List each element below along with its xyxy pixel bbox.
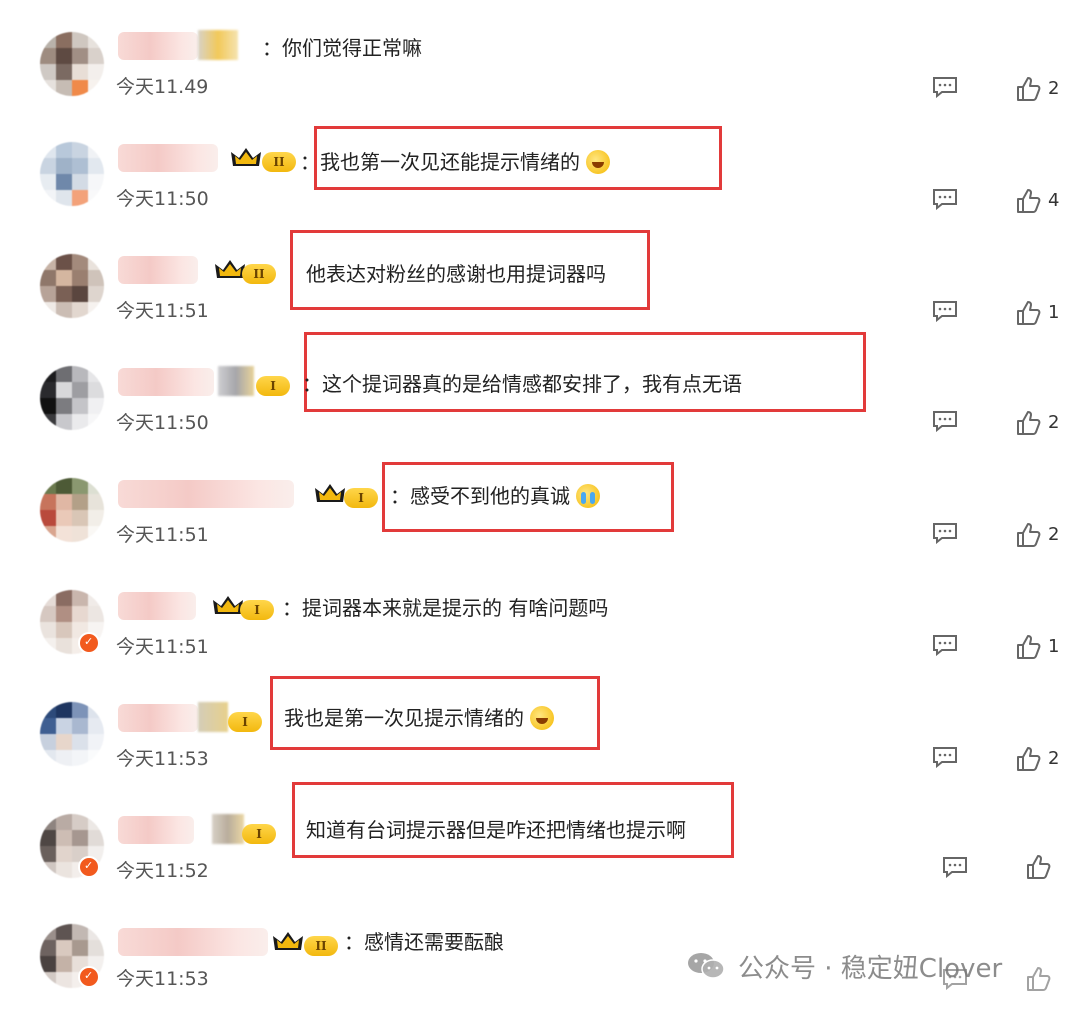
level-badge: II bbox=[304, 936, 338, 956]
comment-text: ：这个提词器真的是给情感都安排了，我有点无语 bbox=[302, 372, 742, 396]
like-count: 2 bbox=[1048, 78, 1060, 99]
username-blurred[interactable] bbox=[118, 368, 214, 396]
thumbs-up-icon[interactable] bbox=[1026, 854, 1052, 880]
username-blurred[interactable] bbox=[118, 592, 196, 620]
thumbs-up-icon[interactable] bbox=[1026, 966, 1052, 992]
avatar[interactable] bbox=[40, 254, 104, 318]
username-blurred-tail bbox=[212, 814, 244, 844]
verified-badge-icon bbox=[78, 966, 100, 988]
avatar[interactable] bbox=[40, 366, 104, 430]
level-badge: I bbox=[256, 376, 290, 396]
avatar[interactable] bbox=[40, 32, 104, 96]
username-blurred[interactable] bbox=[118, 480, 294, 508]
like-count: 1 bbox=[1048, 636, 1060, 657]
level-badge: I bbox=[228, 712, 262, 732]
level-badge: I bbox=[344, 488, 378, 508]
username-blurred[interactable] bbox=[118, 704, 198, 732]
comment-icon[interactable] bbox=[942, 856, 968, 878]
comment-row: ：你们觉得正常嘛 今天11.49 2 bbox=[0, 0, 1080, 112]
comment-row: I 知道有台词提示器但是咋还把情绪也提示啊 今天11:52 bbox=[0, 782, 1080, 896]
laugh-cry-emoji-icon bbox=[586, 150, 610, 174]
comment-time: 今天11:51 bbox=[116, 636, 209, 658]
comment-text: 我也是第一次见提示情绪的 bbox=[284, 702, 554, 731]
username-blurred[interactable] bbox=[118, 816, 194, 844]
like-count: 2 bbox=[1048, 748, 1060, 769]
like-count: 2 bbox=[1048, 412, 1060, 433]
comment-text: ：感受不到他的真诚 bbox=[390, 480, 600, 509]
verified-badge-icon bbox=[78, 856, 100, 878]
avatar[interactable] bbox=[40, 702, 104, 766]
comment-text: ：提词器本来就是提示的 有啥问题吗 bbox=[282, 596, 609, 620]
comment-icon[interactable] bbox=[932, 76, 958, 98]
thumbs-up-icon[interactable] bbox=[1016, 634, 1042, 660]
comment-row: II 他表达对粉丝的感谢也用提词器吗 今天11:51 1 bbox=[0, 224, 1080, 336]
comment-row: I ：这个提词器真的是给情感都安排了，我有点无语 今天11:50 2 bbox=[0, 332, 1080, 448]
comment-time: 今天11.49 bbox=[116, 76, 209, 98]
wechat-icon bbox=[688, 953, 725, 979]
thumbs-up-icon[interactable] bbox=[1016, 522, 1042, 548]
avatar[interactable] bbox=[40, 478, 104, 542]
crown-icon bbox=[315, 484, 345, 502]
comment-row: I ：感受不到他的真诚 今天11:51 2 bbox=[0, 448, 1080, 560]
like-count: 2 bbox=[1048, 524, 1060, 545]
comment-text: ：你们觉得正常嘛 bbox=[262, 36, 422, 60]
comment-time: 今天11:53 bbox=[116, 748, 209, 770]
crown-icon bbox=[231, 148, 261, 166]
comment-icon[interactable] bbox=[932, 410, 958, 432]
comment-icon[interactable] bbox=[932, 634, 958, 656]
thumbs-up-icon[interactable] bbox=[1016, 188, 1042, 214]
thumbs-up-icon[interactable] bbox=[1016, 410, 1042, 436]
comment-time: 今天11:51 bbox=[116, 300, 209, 322]
avatar[interactable] bbox=[40, 142, 104, 206]
comment-icon[interactable] bbox=[932, 188, 958, 210]
like-count: 4 bbox=[1048, 190, 1060, 211]
username-blurred-tail bbox=[218, 366, 254, 396]
comment-row: I 我也是第一次见提示情绪的 今天11:53 2 bbox=[0, 672, 1080, 784]
comment-time: 今天11:53 bbox=[116, 968, 209, 990]
comment-icon[interactable] bbox=[932, 300, 958, 322]
username-blurred-tail bbox=[198, 30, 238, 60]
thumbs-up-icon[interactable] bbox=[1016, 746, 1042, 772]
comment-row: I ：提词器本来就是提示的 有啥问题吗 今天11:51 1 bbox=[0, 560, 1080, 672]
crown-icon bbox=[273, 932, 303, 950]
watermark-text: 公众号 · 稳定妞Clover bbox=[738, 953, 1003, 984]
thumbs-up-icon[interactable] bbox=[1016, 300, 1042, 326]
comment-text: 他表达对粉丝的感谢也用提词器吗 bbox=[306, 262, 606, 286]
crown-icon bbox=[215, 260, 245, 278]
comment-icon[interactable] bbox=[932, 746, 958, 768]
thumbs-up-icon[interactable] bbox=[1016, 76, 1042, 102]
comment-time: 今天11:52 bbox=[116, 860, 209, 882]
level-badge: I bbox=[242, 824, 276, 844]
comment-text: ：我也第一次见还能提示情绪的 bbox=[300, 146, 610, 175]
comment-icon[interactable] bbox=[932, 522, 958, 544]
laugh-cry-emoji-icon bbox=[530, 706, 554, 730]
comment-text: 知道有台词提示器但是咋还把情绪也提示啊 bbox=[306, 818, 686, 842]
username-blurred[interactable] bbox=[118, 928, 268, 956]
comment-time: 今天11:51 bbox=[116, 524, 209, 546]
crown-icon bbox=[213, 596, 243, 614]
comment-time: 今天11:50 bbox=[116, 412, 209, 434]
username-blurred[interactable] bbox=[118, 144, 218, 172]
level-badge: II bbox=[262, 152, 296, 172]
level-badge: I bbox=[240, 600, 274, 620]
username-blurred[interactable] bbox=[118, 256, 198, 284]
comment-time: 今天11:50 bbox=[116, 188, 209, 210]
username-blurred-tail bbox=[198, 702, 228, 732]
watermark: 公众号 · 稳定妞Clover bbox=[686, 948, 1002, 984]
crying-emoji-icon bbox=[576, 484, 600, 508]
comment-row: II ：我也第一次见还能提示情绪的 今天11:50 4 bbox=[0, 112, 1080, 224]
username-blurred[interactable] bbox=[118, 32, 198, 60]
verified-badge-icon bbox=[78, 632, 100, 654]
like-count: 1 bbox=[1048, 302, 1060, 323]
comment-text: ：感情还需要酝酿 bbox=[344, 930, 504, 954]
level-badge: II bbox=[242, 264, 276, 284]
